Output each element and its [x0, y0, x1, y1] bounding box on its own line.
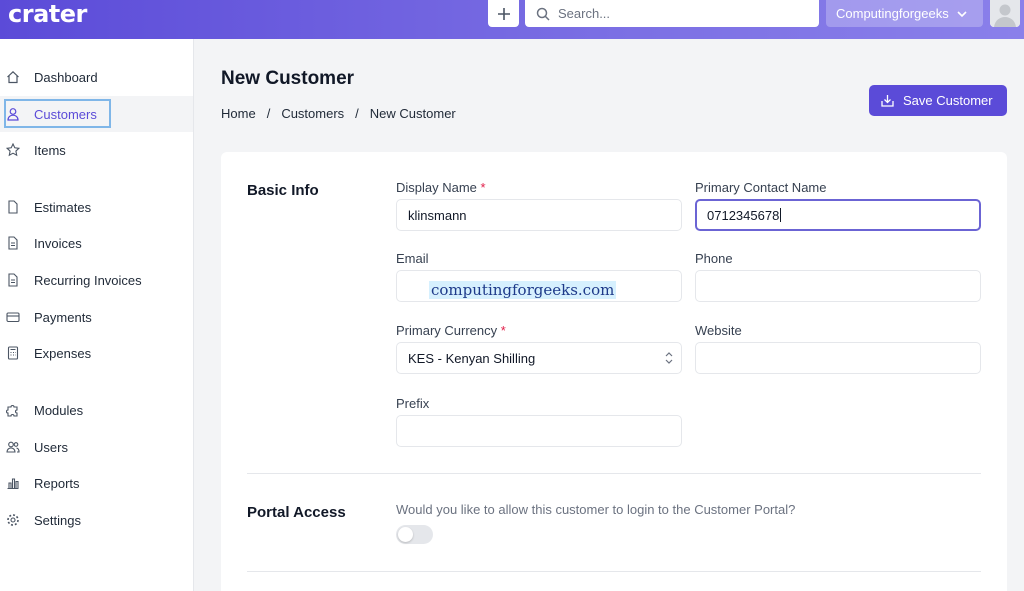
- global-search[interactable]: Search...: [525, 0, 819, 27]
- sidebar-item-label: Expenses: [34, 345, 92, 361]
- save-customer-button[interactable]: Save Customer: [869, 85, 1007, 116]
- chevron-down-icon: [957, 10, 967, 17]
- sidebar-item-payments[interactable]: Payments: [0, 299, 193, 335]
- display-name-value: klinsmann: [408, 207, 467, 223]
- website-label: Website: [695, 323, 742, 338]
- email-label: Email: [396, 251, 429, 266]
- portal-access-title: Portal Access: [247, 504, 346, 521]
- primary-contact-label: Primary Contact Name: [695, 180, 827, 195]
- sidebar-item-modules[interactable]: Modules: [0, 392, 193, 428]
- cog-icon: [6, 513, 20, 527]
- top-header: crater Search... Computingforgeeks: [0, 0, 1024, 39]
- customer-form-card: Basic Info Display Name * klinsmann Prim…: [221, 152, 1007, 591]
- home-icon: [6, 70, 20, 84]
- phone-label: Phone: [695, 251, 733, 266]
- prefix-label: Prefix: [396, 396, 430, 411]
- focus-outline: [4, 99, 111, 128]
- avatar-icon: [990, 0, 1020, 27]
- basic-info-title: Basic Info: [247, 182, 319, 199]
- chart-bar-icon: [6, 476, 20, 490]
- watermark: computingforgeeks.com: [429, 281, 617, 299]
- users-icon: [6, 440, 20, 454]
- text-caret: [780, 208, 782, 222]
- currency-value: KES - Kenyan Shilling: [408, 350, 536, 366]
- sidebar-item-invoices[interactable]: Invoices: [0, 225, 193, 261]
- sidebar-item-dashboard[interactable]: Dashboard: [0, 59, 193, 95]
- primary-contact-value: 0712345678: [707, 207, 780, 223]
- company-switcher[interactable]: Computingforgeeks: [826, 0, 983, 27]
- currency-select[interactable]: KES - Kenyan Shilling: [396, 342, 682, 374]
- search-placeholder: Search...: [558, 6, 611, 21]
- add-new-button[interactable]: [488, 0, 519, 27]
- search-icon: [536, 7, 550, 21]
- sidebar-item-label: Payments: [34, 309, 92, 325]
- select-arrows-icon: [665, 352, 673, 364]
- breadcrumb-customers[interactable]: Customers: [281, 106, 344, 121]
- breadcrumb: Home / Customers / New Customer: [221, 106, 456, 121]
- currency-label: Primary Currency *: [396, 323, 506, 338]
- sidebar-item-label: Users: [34, 439, 68, 455]
- credit-card-icon: [6, 310, 20, 324]
- sidebar-item-recurring-invoices[interactable]: Recurring Invoices: [0, 262, 193, 298]
- section-divider: [247, 571, 981, 572]
- sidebar-item-items[interactable]: Items: [0, 132, 193, 168]
- display-name-label: Display Name *: [396, 180, 486, 195]
- sidebar-item-label: Recurring Invoices: [34, 272, 142, 288]
- sidebar-item-users[interactable]: Users: [0, 429, 193, 465]
- sidebar-item-label: Settings: [34, 512, 81, 528]
- sidebar-item-customers[interactable]: Customers: [0, 96, 193, 132]
- puzzle-icon: [6, 403, 20, 417]
- website-input[interactable]: [695, 342, 981, 374]
- download-icon: [881, 95, 894, 107]
- plus-icon: [497, 7, 510, 20]
- sidebar-item-label: Reports: [34, 475, 80, 491]
- prefix-input[interactable]: [396, 415, 682, 447]
- breadcrumb-separator: /: [266, 106, 271, 121]
- sidebar-item-label: Invoices: [34, 235, 82, 251]
- page-title: New Customer: [221, 68, 355, 89]
- toggle-knob: [398, 527, 413, 542]
- sidebar-item-reports[interactable]: Reports: [0, 465, 193, 501]
- sidebar-item-label: Dashboard: [34, 69, 98, 85]
- sidebar-item-label: Estimates: [34, 199, 92, 215]
- display-name-input[interactable]: klinsmann: [396, 199, 682, 231]
- primary-contact-input[interactable]: 0712345678: [695, 199, 981, 231]
- save-button-label: Save Customer: [903, 93, 993, 108]
- breadcrumb-current: New Customer: [369, 106, 456, 121]
- portal-access-question: Would you like to allow this customer to…: [396, 502, 796, 517]
- sidebar-item-settings[interactable]: Settings: [0, 502, 193, 538]
- document-icon: [6, 200, 20, 214]
- sidebar-item-label: Items: [34, 142, 66, 158]
- sidebar: Dashboard Customers Items Estimates Invo…: [0, 39, 194, 591]
- document-text-icon: [6, 273, 20, 287]
- phone-input[interactable]: [695, 270, 981, 302]
- breadcrumb-separator: /: [355, 106, 359, 121]
- company-name: Computingforgeeks: [836, 6, 949, 21]
- document-text-icon: [6, 236, 20, 250]
- calculator-icon: [6, 346, 20, 360]
- section-divider: [247, 473, 981, 474]
- sidebar-item-expenses[interactable]: Expenses: [0, 335, 193, 371]
- user-avatar[interactable]: [990, 0, 1020, 27]
- sidebar-item-label: Modules: [34, 402, 84, 418]
- app-logo[interactable]: crater: [8, 2, 87, 26]
- portal-access-toggle[interactable]: [396, 525, 433, 544]
- breadcrumb-home[interactable]: Home: [221, 106, 256, 121]
- star-icon: [6, 143, 20, 157]
- sidebar-item-estimates[interactable]: Estimates: [0, 189, 193, 225]
